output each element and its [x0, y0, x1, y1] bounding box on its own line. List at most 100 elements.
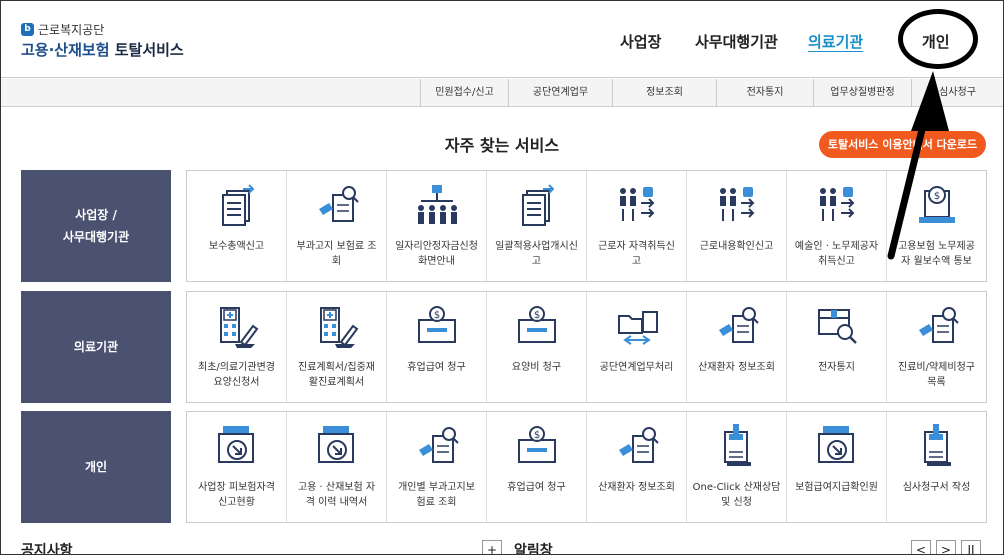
svg-text:$: $ — [533, 310, 539, 321]
service-item-label: 일괄적용사업개시신 고 — [495, 241, 578, 267]
money-box-icon: $ — [513, 422, 561, 474]
row-label-business: 사업장 / 사무대행기관 — [21, 170, 171, 282]
service-item[interactable]: 심사청구서 작성 — [887, 412, 986, 522]
service-name-part1: 고용·산재보험 — [21, 41, 110, 59]
service-item[interactable]: 근로자 자격취득신 고 — [587, 171, 687, 281]
service-item-label: 보수총액신고 — [208, 241, 265, 252]
people-list-icon — [613, 181, 661, 233]
alarm-prev-button[interactable]: < — [911, 540, 931, 554]
row-label-text: 사업장 / 사무대행기관 — [62, 208, 130, 244]
service-item-label: 사업장 피보험자격 신고현황 — [198, 482, 275, 508]
hospital-sign-icon — [313, 302, 361, 354]
people-list-icon — [713, 181, 761, 233]
service-item[interactable]: 공단연계업무처리 — [587, 292, 687, 402]
service-item-label: 개인별 부과고지보 험료 조회 — [398, 482, 475, 508]
money-box-icon: $ — [513, 302, 561, 354]
row-label-text: 개인 — [84, 460, 108, 474]
service-item[interactable]: 일괄적용사업개시신 고 — [487, 171, 587, 281]
brand-mark-icon: b — [21, 22, 34, 36]
service-item[interactable]: 산재환자 정보조회 — [587, 412, 687, 522]
row-personal-services: 사업장 피보험자격 신고현황 고용 · 산재보험 자 격 이력 내역서 개인별 부과… — [186, 411, 987, 523]
service-item[interactable]: 사업장 피보험자격 신고현황 — [187, 412, 287, 522]
service-item-label: 심사청구서 작성 — [902, 482, 971, 493]
service-item-label: 근로자 자격취득신 고 — [598, 241, 675, 267]
service-item-label: 고용 · 산재보험 자 격 이력 내역서 — [297, 482, 376, 508]
gnb-agency[interactable]: 사무대행기관 — [695, 31, 778, 53]
service-item-label: One-Click 산재상담 및 신청 — [692, 482, 781, 508]
people-list-icon — [813, 181, 861, 233]
document-arrow-icon — [513, 181, 561, 233]
pointer-arrow-annotation — [887, 71, 949, 260]
service-item[interactable]: 전자통지 — [787, 292, 887, 402]
search-document-icon — [613, 422, 661, 474]
tray-arrow-icon — [813, 422, 861, 474]
subnav-item-linked-work[interactable]: 공단연계업무 — [508, 79, 612, 107]
stamp-document-icon — [913, 422, 961, 474]
service-item[interactable]: 부과고지 보험료 조 회 — [287, 171, 387, 281]
svg-text:$: $ — [533, 430, 539, 441]
service-item-label: 진료계획서/집중재 활진료계획서 — [298, 362, 375, 388]
service-item-label: 공단연계업무처리 — [599, 362, 674, 373]
logo[interactable]: b 근로복지공단 고용·산재보험 토탈서비스 — [21, 21, 184, 60]
service-item-label: 예술인 · 노무제공자 취득신고 — [794, 241, 879, 267]
tray-arrow-icon — [213, 422, 261, 474]
stamp-document-icon — [713, 422, 761, 474]
sub-navigation: 민원접수/신고 공단연계업무 정보조회 전자통지 업무상질병판정 심사청구 — [1, 79, 1003, 107]
org-name: 근로복지공단 — [38, 22, 105, 37]
service-item-label: 산재환자 정보조회 — [598, 482, 675, 493]
header: b 근로복지공단 고용·산재보험 토탈서비스 사업장 사무대행기관 의료기관 개… — [1, 1, 1003, 78]
service-item[interactable]: 최초/의료기관변경 요양신청서 — [187, 292, 287, 402]
service-name-part2: 토탈서비스 — [114, 41, 184, 59]
alarm-pause-button[interactable]: II — [961, 540, 981, 554]
service-item[interactable]: 일자리안정자금신청 화면안내 — [387, 171, 487, 281]
row-label-medical: 의료기관 — [21, 291, 171, 403]
box-search-icon — [813, 302, 861, 354]
search-document-icon — [713, 302, 761, 354]
service-item[interactable]: One-Click 산재상담 및 신청 — [687, 412, 787, 522]
service-item[interactable]: 고용 · 산재보험 자 격 이력 내역서 — [287, 412, 387, 522]
service-item[interactable]: 근로내용확인신고 — [687, 171, 787, 281]
service-item-label: 최초/의료기관변경 요양신청서 — [198, 362, 275, 388]
service-item[interactable]: 진료비/약제비청구 목록 — [887, 292, 986, 402]
service-item-label: 요양비 청구 — [511, 362, 562, 373]
tray-arrow-icon — [313, 422, 361, 474]
service-item[interactable]: 보수총액신고 — [187, 171, 287, 281]
subnav-item-e-notice[interactable]: 전자통지 — [716, 79, 813, 107]
row-medical-services: 최초/의료기관변경 요양신청서 진료계획서/집중재 활진료계획서 $ 휴업급여 청구 $… — [186, 291, 987, 403]
service-item-label: 휴업급여 청구 — [407, 362, 466, 373]
svg-text:$: $ — [433, 310, 439, 321]
row-label-personal: 개인 — [21, 411, 171, 523]
alarm-next-button[interactable]: > — [936, 540, 956, 554]
service-item[interactable]: 진료계획서/집중재 활진료계획서 — [287, 292, 387, 402]
search-document-icon — [413, 422, 461, 474]
alarm-title: 알림창 — [514, 543, 553, 555]
service-item-label: 보험급여지급확인원 — [795, 482, 878, 493]
gnb-medical[interactable]: 의료기관 — [808, 31, 863, 53]
org-chart-icon — [413, 181, 461, 233]
service-item-label: 부과고지 보험료 조 회 — [296, 241, 377, 267]
page-frame: b 근로복지공단 고용·산재보험 토탈서비스 사업장 사무대행기관 의료기관 개… — [0, 0, 1004, 555]
row-business-services: 보수총액신고 부과고지 보험료 조 회 일자리안정자금신청 화면안내 일괄적용사업개시… — [186, 170, 987, 282]
service-item-label: 일자리안정자금신청 화면안내 — [395, 241, 478, 267]
service-item-label: 휴업급여 청구 — [507, 482, 566, 493]
gnb-business[interactable]: 사업장 — [620, 31, 661, 53]
highlight-circle-annotation — [898, 9, 978, 69]
notice-title: 공지사항 — [21, 543, 73, 555]
service-item[interactable]: $ 요양비 청구 — [487, 292, 587, 402]
money-box-icon: $ — [413, 302, 461, 354]
folder-exchange-icon — [613, 302, 661, 354]
subnav-item-complaint[interactable]: 민원접수/신고 — [420, 79, 508, 107]
service-item[interactable]: 산재환자 정보조회 — [687, 292, 787, 402]
search-document-icon — [313, 181, 361, 233]
service-item-label: 진료비/약제비청구 목록 — [898, 362, 975, 388]
notice-more-button[interactable]: + — [482, 540, 502, 554]
subnav-item-info-inquiry[interactable]: 정보조회 — [612, 79, 716, 107]
service-item-label: 전자통지 — [818, 362, 855, 373]
hospital-sign-icon — [213, 302, 261, 354]
service-item[interactable]: 보험급여지급확인원 — [787, 412, 887, 522]
row-label-text: 의료기관 — [73, 340, 119, 354]
service-item[interactable]: $ 휴업급여 청구 — [387, 292, 487, 402]
service-item[interactable]: 개인별 부과고지보 험료 조회 — [387, 412, 487, 522]
service-item[interactable]: $ 휴업급여 청구 — [487, 412, 587, 522]
service-item-label: 산재환자 정보조회 — [698, 362, 775, 373]
